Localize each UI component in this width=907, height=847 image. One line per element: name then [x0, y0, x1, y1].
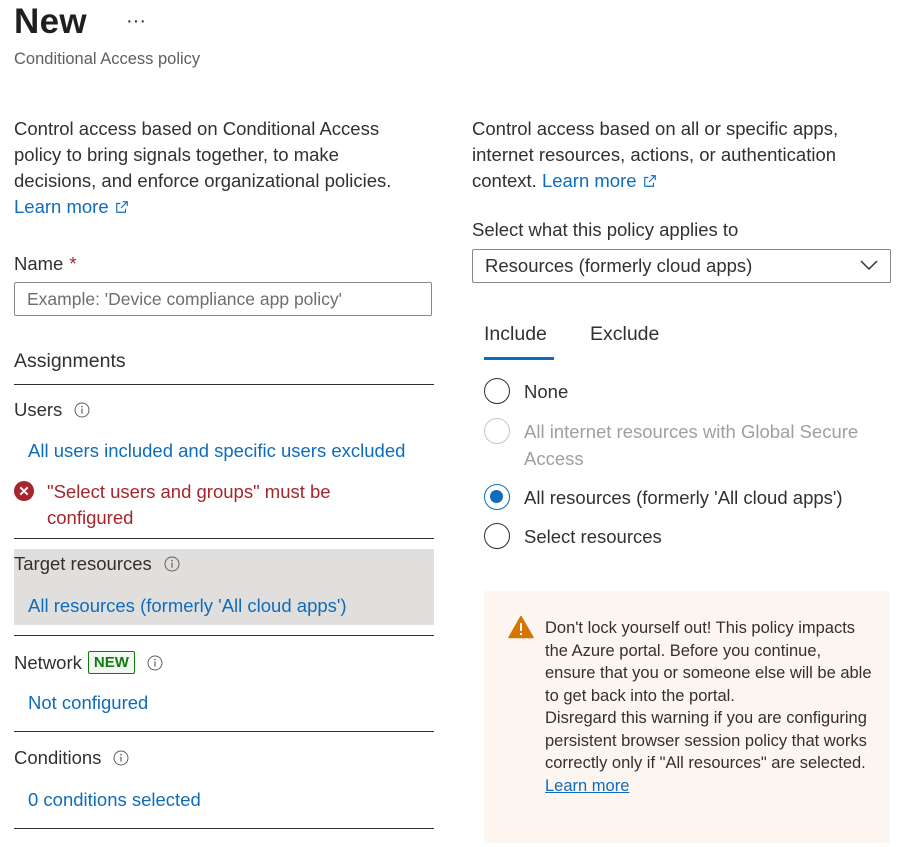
users-label: Users	[14, 399, 63, 420]
lockout-warning-text: Don't lock yourself out! This policy imp…	[545, 617, 875, 797]
radio-none-label[interactable]: None	[524, 378, 568, 405]
divider	[14, 635, 434, 636]
radio-all-resources[interactable]	[484, 484, 510, 510]
users-selection-link[interactable]: All users included and specific users ex…	[28, 440, 405, 462]
warning-paragraph-1: Don't lock yourself out! This policy imp…	[545, 619, 872, 705]
target-resources-header: Target resources	[14, 553, 180, 575]
users-section-header: Users	[14, 399, 90, 421]
divider	[14, 731, 434, 732]
applies-to-dropdown[interactable]: Resources (formerly cloud apps)	[472, 249, 891, 283]
info-icon[interactable]	[113, 750, 129, 766]
required-asterisk: *	[69, 253, 77, 274]
divider	[14, 538, 434, 539]
tab-include[interactable]: Include	[484, 323, 547, 346]
warning-paragraph-2-text: Disregard this warning if you are config…	[545, 709, 867, 772]
conditions-label: Conditions	[14, 747, 102, 768]
tab-exclude[interactable]: Exclude	[590, 323, 659, 346]
name-label: Name *	[14, 253, 77, 275]
warning-paragraph-2: Disregard this warning if you are config…	[545, 707, 875, 797]
learn-more-link[interactable]: Learn more	[542, 170, 657, 191]
error-icon	[14, 481, 34, 501]
external-link-icon	[115, 201, 128, 213]
policy-description-text: Control access based on Conditional Acce…	[14, 118, 392, 191]
external-link-icon	[643, 175, 656, 187]
learn-more-label: Learn more	[541, 170, 637, 191]
chevron-down-icon	[860, 260, 878, 271]
target-resources-label: Target resources	[14, 553, 152, 574]
radio-select-resources-label[interactable]: Select resources	[524, 523, 662, 550]
assignments-heading: Assignments	[14, 350, 126, 372]
info-icon[interactable]	[147, 655, 163, 671]
more-options-button[interactable]: ···	[126, 10, 146, 33]
resources-description: Control access based on all or specific …	[472, 116, 872, 194]
info-icon[interactable]	[74, 402, 90, 418]
learn-more-link[interactable]: Learn more	[14, 196, 129, 217]
active-tab-indicator	[484, 357, 554, 360]
network-link[interactable]: Not configured	[28, 692, 148, 714]
radio-all-internet-resources	[484, 418, 510, 444]
page-title: New	[14, 2, 87, 41]
page-subtitle: Conditional Access policy	[14, 50, 201, 68]
policy-name-input[interactable]	[14, 282, 432, 316]
warning-icon	[508, 615, 534, 639]
network-label: Network	[14, 652, 82, 673]
policy-description: Control access based on Conditional Acce…	[14, 116, 424, 220]
new-badge: NEW	[87, 651, 135, 674]
network-section-header: Network NEW	[14, 651, 163, 674]
applies-to-label: Select what this policy applies to	[472, 219, 739, 240]
target-resources-link[interactable]: All resources (formerly 'All cloud apps'…	[28, 595, 347, 617]
divider	[14, 828, 434, 829]
divider	[14, 384, 434, 385]
conditions-link[interactable]: 0 conditions selected	[28, 789, 201, 811]
info-icon[interactable]	[164, 556, 180, 572]
conditions-section-header: Conditions	[14, 747, 129, 769]
applies-to-value: Resources (formerly cloud apps)	[485, 255, 753, 276]
name-label-text: Name	[14, 253, 64, 274]
learn-more-label: Learn more	[14, 196, 109, 217]
radio-all-resources-label[interactable]: All resources (formerly 'All cloud apps'…	[524, 484, 843, 511]
radio-all-internet-resources-label: All internet resources with Global Secur…	[524, 421, 859, 469]
radio-none[interactable]	[484, 378, 510, 404]
radio-select-resources[interactable]	[484, 523, 510, 549]
users-error-message: "Select users and groups" must be config…	[47, 481, 331, 528]
warning-learn-more-link[interactable]: Learn more	[545, 777, 629, 795]
